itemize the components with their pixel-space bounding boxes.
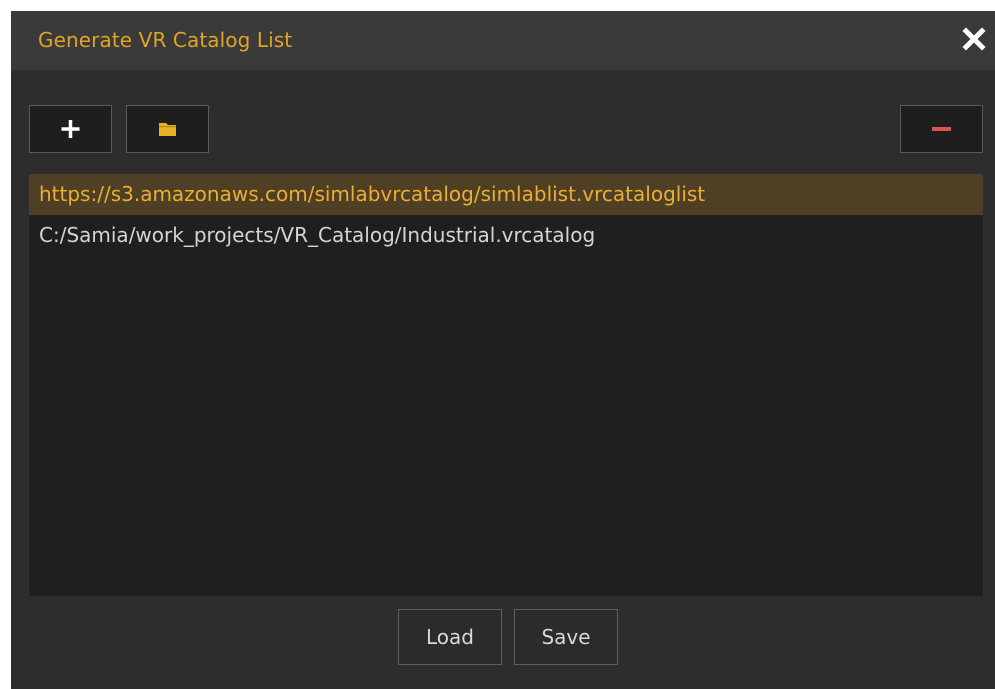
remove-item-button[interactable] xyxy=(900,105,983,153)
generate-vr-catalog-dialog: Generate VR Catalog List https://s3.amaz… xyxy=(11,11,995,689)
catalog-list[interactable]: https://s3.amazonaws.com/simlabvrcatalog… xyxy=(29,174,983,596)
add-url-button[interactable] xyxy=(29,105,112,153)
list-item[interactable]: C:/Samia/work_projects/VR_Catalog/Indust… xyxy=(29,215,983,256)
title-bar[interactable]: Generate VR Catalog List xyxy=(11,11,995,70)
open-folder-button[interactable] xyxy=(126,105,209,153)
plus-icon xyxy=(61,120,80,138)
dialog-title: Generate VR Catalog List xyxy=(38,28,293,52)
folder-icon xyxy=(159,123,176,136)
close-icon xyxy=(962,27,986,51)
load-button[interactable]: Load xyxy=(398,609,502,665)
save-button[interactable]: Save xyxy=(514,609,618,665)
minus-icon xyxy=(932,127,951,131)
close-button[interactable] xyxy=(957,22,991,56)
list-item[interactable]: https://s3.amazonaws.com/simlabvrcatalog… xyxy=(29,174,983,215)
